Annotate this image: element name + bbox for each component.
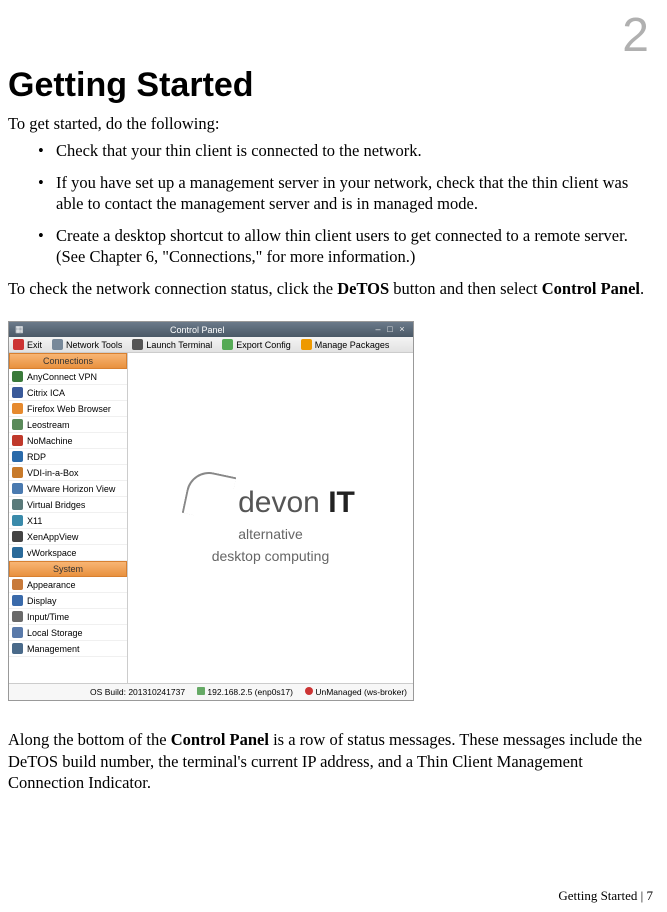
sidebar-item-label: vWorkspace [27,548,76,558]
package-icon [301,339,312,350]
app-icon [12,483,23,494]
settings-icon [12,611,23,622]
app-icon [12,451,23,462]
sidebar-item-label: Input/Time [27,612,69,622]
sidebar-item-label: XenAppView [27,532,78,542]
exit-icon [13,339,24,350]
mgmt-status-icon [305,687,313,695]
list-item: Check that your thin client is connected… [52,140,657,161]
chapter-number: 2 [8,12,649,60]
page-title: Getting Started [8,66,657,105]
intro-text: To get started, do the following: [8,113,657,134]
system-header: System [9,561,127,577]
sidebar-item-label: RDP [27,452,46,462]
app-icon [12,403,23,414]
sidebar-item[interactable]: VDI-in-a-Box [9,465,127,481]
sidebar-item-label: Virtual Bridges [27,500,85,510]
sidebar-item[interactable]: Management [9,641,127,657]
minimize-icon[interactable]: – [373,325,383,335]
window-title: Control Panel [24,325,371,335]
sidebar-item-label: VMware Horizon View [27,484,115,494]
window-titlebar: ▦ Control Panel – □ × [9,322,413,337]
settings-icon [12,643,23,654]
sidebar-item[interactable]: vWorkspace [9,545,127,561]
sidebar-item-label: Management [27,644,80,654]
sidebar-item[interactable]: Citrix ICA [9,385,127,401]
sidebar-item-label: Citrix ICA [27,388,65,398]
sidebar-item-label: VDI-in-a-Box [27,468,79,478]
app-icon [12,435,23,446]
sidebar-item[interactable]: Firefox Web Browser [9,401,127,417]
toolbar: Exit Network Tools Launch Terminal Expor… [9,337,413,353]
sidebar-item-label: Leostream [27,420,70,430]
launch-terminal-button[interactable]: Launch Terminal [132,339,212,350]
export-icon [222,339,233,350]
sidebar-item[interactable]: Local Storage [9,625,127,641]
sidebar-item[interactable]: Display [9,593,127,609]
network-tools-button[interactable]: Network Tools [52,339,122,350]
app-icon [12,371,23,382]
bullet-list: Check that your thin client is connected… [8,140,657,267]
settings-icon [12,579,23,590]
sidebar-item-label: Firefox Web Browser [27,404,111,414]
ip-status: 192.168.2.5 (enp0s17) [197,687,293,697]
devon-it-logo: devon IT alternative desktop computing [186,472,355,564]
connections-header: Connections [9,353,127,369]
close-icon[interactable]: × [397,325,407,335]
app-icon [12,387,23,398]
page-footer: Getting Started | 7 [558,888,653,904]
sidebar-item-label: X11 [27,516,42,526]
app-icon [12,499,23,510]
sidebar-item[interactable]: AnyConnect VPN [9,369,127,385]
sidebar-item[interactable]: X11 [9,513,127,529]
window-icon: ▦ [15,324,24,335]
settings-icon [12,595,23,606]
app-icon [12,547,23,558]
settings-icon [12,627,23,638]
sidebar-item[interactable]: Appearance [9,577,127,593]
sidebar-item[interactable]: Leostream [9,417,127,433]
manage-packages-button[interactable]: Manage Packages [301,339,390,350]
sidebar-item-label: AnyConnect VPN [27,372,97,382]
build-status: OS Build: 201310241737 [90,687,185,697]
status-bar: OS Build: 201310241737 192.168.2.5 (enp0… [9,683,413,700]
network-status-icon [197,687,205,695]
closing-paragraph: Along the bottom of the Control Panel is… [8,729,657,793]
sidebar-item-label: Display [27,596,57,606]
app-icon [12,467,23,478]
check-paragraph: To check the network connection status, … [8,278,657,299]
network-icon [52,339,63,350]
sidebar-item[interactable]: NoMachine [9,433,127,449]
sidebar: Connections AnyConnect VPN Citrix ICA Fire… [9,353,128,683]
sidebar-item-label: NoMachine [27,436,73,446]
sidebar-item[interactable]: XenAppView [9,529,127,545]
mgmt-status: UnManaged (ws-broker) [305,687,407,697]
main-panel: devon IT alternative desktop computing [128,353,413,683]
control-panel-screenshot: ▦ Control Panel – □ × Exit Network Tools… [8,321,414,701]
list-item: Create a desktop shortcut to allow thin … [52,225,657,268]
sidebar-item[interactable]: VMware Horizon View [9,481,127,497]
sidebar-item[interactable]: Virtual Bridges [9,497,127,513]
app-icon [12,419,23,430]
maximize-icon[interactable]: □ [385,325,395,335]
terminal-icon [132,339,143,350]
sidebar-item[interactable]: Input/Time [9,609,127,625]
app-icon [12,531,23,542]
app-icon [12,515,23,526]
sidebar-item-label: Local Storage [27,628,83,638]
list-item: If you have set up a management server i… [52,172,657,215]
export-config-button[interactable]: Export Config [222,339,291,350]
sidebar-item[interactable]: RDP [9,449,127,465]
sidebar-item-label: Appearance [27,580,76,590]
exit-button[interactable]: Exit [13,339,42,350]
